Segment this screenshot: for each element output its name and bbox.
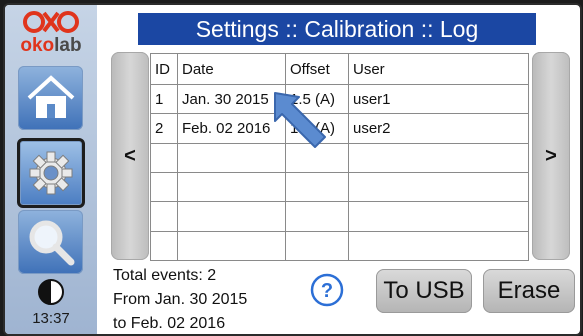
help-glyph: ? xyxy=(321,280,333,302)
table-row xyxy=(150,230,529,262)
cell-date xyxy=(177,142,286,173)
search-button[interactable] xyxy=(18,210,83,274)
cell-user: user2 xyxy=(348,113,529,144)
device-screen: okolab 13:37 Settings:: Calibration:: … xyxy=(3,3,582,336)
okolab-logo-icon xyxy=(23,11,79,33)
cell-offset xyxy=(285,201,349,232)
magnifier-icon xyxy=(29,220,74,266)
table-row[interactable]: 2 Feb. 02 2016 1.5 (A) user2 xyxy=(150,113,529,144)
calibration-log-table: ID Date Offset User 1 Jan. 30 2015 1.5 (… xyxy=(150,53,529,262)
cell-date xyxy=(177,171,286,203)
pointer-arrow-icon xyxy=(274,92,326,148)
home-button[interactable] xyxy=(18,66,83,130)
cell-id xyxy=(150,201,178,232)
cell-offset xyxy=(285,171,349,203)
clock-time: 13:37 xyxy=(32,310,70,327)
total-events-text: Total events: 2 xyxy=(113,267,217,284)
column-header-date: Date xyxy=(177,53,286,85)
sidebar: okolab 13:37 xyxy=(5,5,97,334)
log-summary: Total events: 2 From Jan. 30 2015 to Feb… xyxy=(113,264,248,334)
cell-date xyxy=(177,230,286,262)
table-row[interactable]: 1 Jan. 30 2015 1.5 (A) user1 xyxy=(150,83,529,115)
from-date-text: From Jan. 30 2015 xyxy=(113,291,248,308)
cell-id: 1 xyxy=(150,83,178,115)
cell-user xyxy=(348,171,529,203)
gear-icon xyxy=(29,151,73,195)
home-icon xyxy=(27,75,74,118)
brand-prefix: oko xyxy=(20,35,55,56)
contrast-icon[interactable] xyxy=(37,278,65,306)
cell-user xyxy=(348,142,529,173)
cell-date: Feb. 02 2016 xyxy=(177,113,286,144)
column-header-user: User xyxy=(348,53,529,85)
column-header-offset: Offset xyxy=(285,53,349,85)
cell-offset xyxy=(285,230,349,262)
cell-user xyxy=(348,201,529,232)
prev-page-button[interactable]: < xyxy=(111,52,149,260)
page-title: Settings :: Calibration :: Log xyxy=(138,13,536,45)
to-date-text: to Feb. 02 2016 xyxy=(113,315,226,332)
cell-user: user1 xyxy=(348,83,529,115)
settings-button[interactable] xyxy=(17,138,85,208)
table-header-row: ID Date Offset User xyxy=(150,53,529,85)
help-icon[interactable]: ? xyxy=(310,273,344,307)
table-row xyxy=(150,201,529,232)
cell-user xyxy=(348,230,529,262)
cell-id xyxy=(150,230,178,262)
table-row xyxy=(150,171,529,203)
to-usb-button[interactable]: To USB xyxy=(376,269,472,313)
cell-date: Jan. 30 2015 xyxy=(177,83,286,115)
brand-logo-text: okolab xyxy=(5,35,97,57)
table-row xyxy=(150,142,529,173)
brand-suffix: lab xyxy=(54,35,82,56)
cell-id xyxy=(150,142,178,173)
column-header-id: ID xyxy=(150,53,178,85)
next-page-button[interactable]: > xyxy=(532,52,570,260)
erase-button[interactable]: Erase xyxy=(483,269,575,313)
cell-id xyxy=(150,171,178,203)
cell-id: 2 xyxy=(150,113,178,144)
cell-date xyxy=(177,201,286,232)
